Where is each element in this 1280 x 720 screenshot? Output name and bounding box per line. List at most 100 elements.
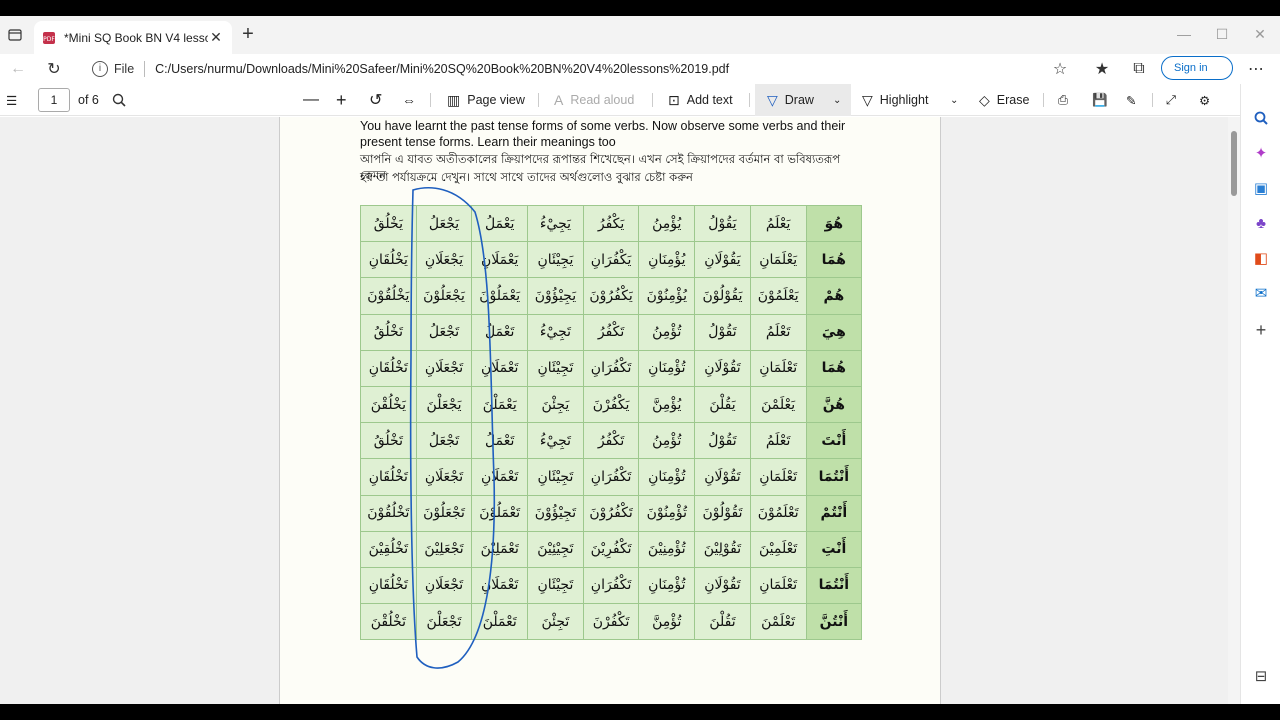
close-tab-icon[interactable]: ✕ [208,29,224,46]
verb-cell: تُؤْمِنَانِ [638,458,696,496]
fit-page-icon[interactable]: ⇔ [402,84,416,116]
verb-cell: تَقُلْنَ [694,603,751,641]
verb-cell: تَجْعَلُ [415,422,473,460]
draw-button[interactable]: ▽ Draw [767,84,814,116]
read-aloud-button[interactable]: A Read aloud [554,84,634,116]
new-tab-icon[interactable]: + [238,24,258,45]
verb-cell: تَعْمَلَانِ [471,566,529,605]
page-view-button[interactable]: ▥ Page view [447,84,525,116]
sign-in-button[interactable]: Sign in [1161,56,1233,80]
table-row: تَخْلُقُ تَجْعَلُ تَعْمَلُ تَجِيْءُ تَكْفُرُ… [360,313,863,351]
verb-cell: تَعْمَلُوْنَ [471,494,529,532]
draw-label: Draw [784,93,814,107]
verb-cell: تَقُوْلِيْنَ [694,530,751,568]
verb-cell: تَقُوْلُ [694,422,751,460]
read-aloud-label: Read aloud [570,93,635,107]
search-icon[interactable] [112,84,126,116]
verb-cell: يَخْلُقُوْنَ [360,277,417,315]
verb-cell: تَجِيْئَانِ [527,458,584,496]
sidebar-shopping-icon[interactable]: ▣ [1251,178,1271,198]
favorites-icon[interactable]: ★ [1090,57,1114,81]
toolbar-separator [1043,93,1044,107]
verb-cell: تَعْمَلَانِ [471,349,529,387]
table-row: يَخْلُقَانِ يَجْعَلَانِ يَعْمَلَانِ يَجِيْئ… [360,241,863,279]
toolbar-separator [749,93,750,107]
pdf-viewer[interactable]: You have learnt the past tense forms of … [0,117,1228,704]
eraser-icon: ◇ [979,91,990,108]
table-row: تَخْلُقْنَ تَجْعَلْنَ تَعْمَلْنَ تَجِئْنَ تَ… [360,603,863,641]
verb-cell: تُؤْمِنَّ [638,603,696,641]
highlight-options-chevron-down-icon[interactable]: ⌄ [950,84,958,116]
table-row: يَخْلُقْنَ يَجْعَلْنَ يَعْمَلْنَ يَجِئْنَ يَ… [360,385,863,424]
zoom-out-icon[interactable]: — [303,84,319,116]
verb-cell: تَجْعَلُ [415,313,473,351]
verb-cell: تَعْلَمَانِ [749,566,807,605]
pronoun-cell: هُمَا [805,241,863,279]
highlight-button[interactable]: ▽ Highlight [862,84,928,116]
tab-active[interactable]: PDF *Mini SQ Book BN V4 lessons 19 ✕ [34,21,232,54]
page-number-input[interactable]: 1 [38,88,70,112]
verb-cell: تُؤْمِنُ [638,422,696,460]
highlight-label: Highlight [879,93,929,107]
favorite-star-icon[interactable]: ☆ [1048,57,1072,81]
refresh-icon[interactable]: ↻ [42,57,66,81]
pronoun-cell: هُوَ [805,204,863,243]
verb-cell: تُؤْمِنَانِ [638,566,696,605]
scrollbar-thumb[interactable] [1231,131,1237,196]
verb-cell: تَجِئْنَ [527,603,584,641]
draw-options-chevron-down-icon[interactable]: ⌄ [833,84,841,116]
add-text-button[interactable]: ⊡ Add text [668,84,733,116]
minimize-icon[interactable]: — [1164,22,1204,46]
verb-cell: يَعْمَلْنَ [471,385,529,424]
verb-cell: يَعْمَلُ [471,204,529,243]
verb-cell: تَعْلَمَانِ [749,458,807,496]
page-count: of 6 [78,93,99,107]
contents-list-icon[interactable]: ☰ [6,84,17,116]
url-field[interactable]: i File C:/Users/nurmu/Downloads/Mini%20S… [82,55,1078,83]
verb-cell: تَكْفُرَانِ [582,458,640,496]
toolbar-separator [652,93,653,107]
sidebar-hide-icon[interactable]: ⊟ [1251,666,1271,686]
sidebar-office-icon[interactable]: ◧ [1251,248,1271,268]
verb-cell: تَعْلَمْنَ [749,603,807,641]
highlight-icon: ▽ [862,91,873,108]
vertical-scrollbar[interactable] [1228,117,1240,704]
sidebar-copilot-icon[interactable]: ✦ [1251,143,1271,163]
pronoun-cell: أَنْتُمْ [805,494,863,532]
print-icon[interactable]: ⎙ [1058,84,1068,116]
back-arrow-icon[interactable]: ← [6,57,30,81]
save-icon[interactable]: 💾 [1092,84,1108,116]
settings-gear-icon[interactable]: ⚙ [1199,84,1210,116]
collections-icon[interactable]: ⧉ [1127,57,1151,81]
pronoun-cell: هُنَّ [805,385,863,424]
erase-button[interactable]: ◇ Erase [979,84,1029,116]
verb-cell: تَعْمَلْنَ [471,603,529,641]
sidebar-search-icon[interactable] [1251,108,1271,128]
sidebar-outlook-icon[interactable]: ✉ [1251,283,1271,303]
maximize-icon[interactable]: ☐ [1202,22,1242,46]
verb-cell: يَكْفُرَانِ [582,241,640,279]
verb-cell: تَخْلُقَانِ [360,349,417,387]
zoom-in-icon[interactable]: + [336,84,347,116]
save-as-icon[interactable]: ✎ [1126,84,1136,116]
info-icon[interactable]: i [92,61,108,77]
verb-cell: تَخْلُقَانِ [360,458,417,496]
screen-border [0,704,1280,720]
close-window-icon[interactable]: ✕ [1240,22,1280,46]
rotate-icon[interactable]: ↺ [369,84,382,116]
verb-cell: يَجِيْءُ [527,204,584,243]
verb-cell: تَجِيْئِيْنَ [527,530,584,568]
verb-cell: تَجِيْئَانِ [527,566,584,605]
verb-cell: يَقُلْنَ [694,385,751,424]
sidebar-games-icon[interactable]: ♣ [1251,213,1271,233]
verb-cell: تَقُوْلُوْنَ [694,494,751,532]
tab-actions-icon[interactable] [4,24,26,46]
more-menu-icon[interactable]: ⋯ [1244,57,1268,81]
verb-cell: تَخْلُقِيْنَ [360,530,417,568]
verb-cell: تَكْفُرَانِ [582,349,640,387]
sidebar-add-icon[interactable]: + [1251,320,1271,340]
pronoun-cell: هُمْ [805,277,863,315]
verb-cell: تُؤْمِنُوْنَ [638,494,696,532]
fullscreen-icon[interactable]: ⤢ [1166,84,1176,116]
verb-cell: يَجْعَلْنَ [415,385,473,424]
